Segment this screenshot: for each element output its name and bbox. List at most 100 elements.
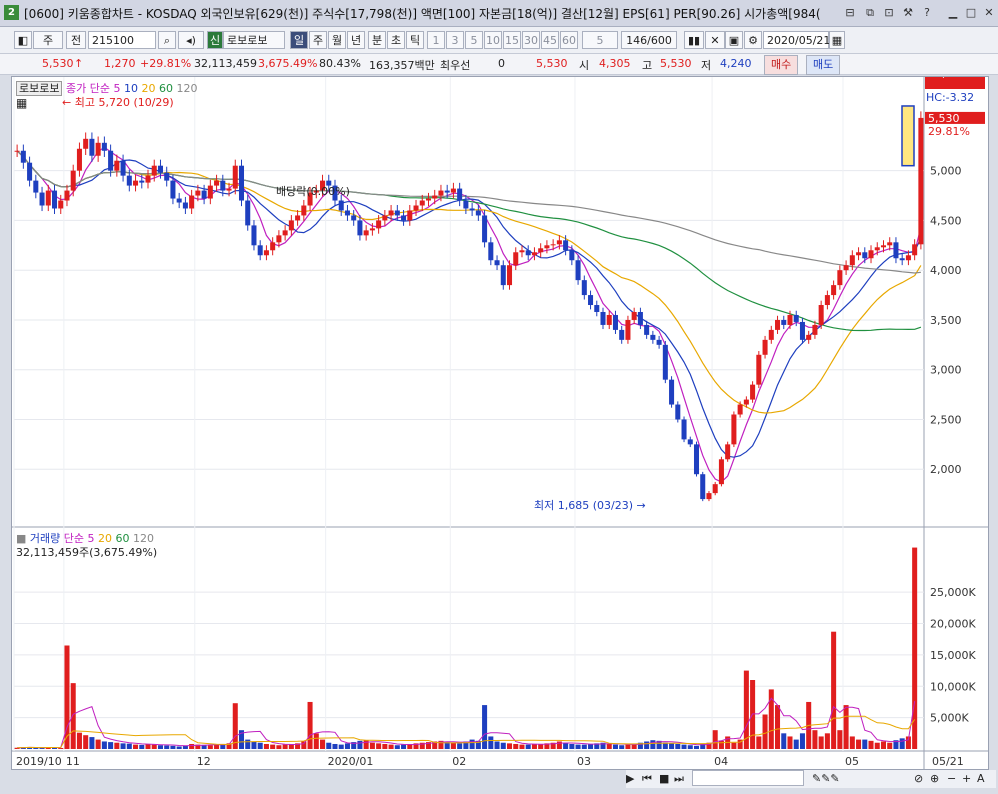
close-button[interactable]: ✕ xyxy=(982,6,996,19)
volume-ma-20-line xyxy=(17,715,916,749)
crosshair-icon[interactable]: ✕ xyxy=(705,31,725,49)
restore-group-icon[interactable]: ⧉ xyxy=(863,6,877,19)
volume-pct: 3,675.49% xyxy=(258,57,318,70)
candle-body xyxy=(856,252,862,256)
volume-bar xyxy=(76,732,82,749)
best-quote-value: 0 xyxy=(498,57,505,70)
candle-body xyxy=(581,280,587,296)
candle-body xyxy=(544,245,550,249)
buy-button[interactable]: 매수 xyxy=(764,55,799,75)
layout-icon[interactable]: ◧ xyxy=(14,31,32,49)
volume-bar xyxy=(731,742,737,749)
scroll-start-icon[interactable]: ⏮ xyxy=(642,772,652,786)
market-type-select[interactable]: 주 xyxy=(33,31,63,49)
volume-tick-label: 25,000K xyxy=(930,586,976,599)
volume-bar xyxy=(189,743,195,749)
scroll-end-icon[interactable]: ⏭ xyxy=(674,772,684,786)
period-day[interactable]: 일 xyxy=(290,31,308,49)
date-input[interactable]: 2020/05/21 xyxy=(763,31,830,49)
volume-tick-label: 10,000K xyxy=(930,680,976,693)
x-tick-label: 04 xyxy=(714,755,728,768)
sell-button[interactable]: 매도 xyxy=(806,55,841,75)
stock-tag[interactable]: 로보로보 xyxy=(16,81,63,96)
chart-area[interactable]: 5,000 4,500 4,000 3,500 3,000 2,500 2,000 25,00… xyxy=(11,67,989,770)
volume-bar xyxy=(712,730,718,749)
candle-body xyxy=(563,240,569,251)
plus-icon[interactable]: + xyxy=(962,772,971,785)
volume-bar xyxy=(669,743,675,749)
pin-icon[interactable]: ⊡ xyxy=(882,6,896,19)
interval-45[interactable]: 45 xyxy=(541,31,559,49)
candle-body xyxy=(637,311,643,325)
volume-bar xyxy=(376,743,382,749)
candle-body xyxy=(531,252,537,256)
interval-10[interactable]: 10 xyxy=(484,31,502,49)
save-icon[interactable]: ▣ xyxy=(725,31,743,49)
interval-3[interactable]: 3 xyxy=(446,31,464,49)
candle-body xyxy=(114,160,120,171)
volume-bar xyxy=(326,742,332,749)
prev-button[interactable]: 전 xyxy=(66,31,86,49)
candle-body xyxy=(126,175,132,186)
candle-body xyxy=(376,220,382,229)
period-month[interactable]: 월 xyxy=(328,31,346,49)
help-icon[interactable]: ? xyxy=(920,6,934,19)
period-tick[interactable]: 틱 xyxy=(406,31,424,49)
volume-bar xyxy=(363,740,369,749)
volume-bar xyxy=(139,744,145,749)
candle-body xyxy=(257,245,263,256)
candle-body xyxy=(157,165,163,173)
zoom-in-icon[interactable]: ⊕ xyxy=(930,772,939,785)
data-count: 146/600 xyxy=(621,31,677,49)
gear-icon[interactable]: ⚙ xyxy=(744,31,762,49)
drawing-tools-icon[interactable]: ✎✎✎ xyxy=(812,772,840,785)
scroll-right-icon[interactable]: ▶ xyxy=(626,772,634,785)
title-bar: 2 [0600] 키움종합차트 - KOSDAQ 외국인보유[629(천)] 주… xyxy=(0,0,998,27)
candle-body xyxy=(594,305,600,312)
stop-icon[interactable]: ■ xyxy=(659,772,669,785)
minimize-button[interactable]: ▁ xyxy=(946,6,960,19)
volume-bar xyxy=(693,745,700,749)
font-size-icon[interactable]: A xyxy=(977,772,985,785)
volume-bar xyxy=(101,741,107,749)
zoom-out-icon[interactable]: − xyxy=(947,772,956,785)
interval-30[interactable]: 30 xyxy=(522,31,540,49)
volume-value: 32,113,459주(3,675.49%) xyxy=(16,546,158,559)
volume-bar xyxy=(307,701,313,749)
x-tick-label: 12 xyxy=(197,755,211,768)
link-icon[interactable]: ⊟ xyxy=(843,6,857,19)
interval-select[interactable]: 5 xyxy=(582,31,618,49)
zoom-reset-icon[interactable]: ⊘ xyxy=(914,772,923,785)
low-price: 4,240 xyxy=(720,57,752,70)
calendar-icon[interactable]: ▦ xyxy=(829,31,845,49)
candle-body xyxy=(176,198,182,203)
candle-body xyxy=(182,202,188,209)
maximize-button[interactable]: □ xyxy=(964,6,978,19)
volume-bar xyxy=(793,739,799,749)
period-second[interactable]: 초 xyxy=(387,31,405,49)
tools-icon[interactable]: ⚒ xyxy=(901,6,915,19)
zoom-slider[interactable] xyxy=(692,770,804,786)
interval-60[interactable]: 60 xyxy=(560,31,578,49)
search-icon[interactable]: ⌕ xyxy=(158,31,176,49)
chart-svg[interactable]: 5,000 4,500 4,000 3,500 3,000 2,500 2,000 25,00… xyxy=(12,67,988,769)
candle-body xyxy=(600,311,606,325)
grid-toggle-icon[interactable]: ▦ xyxy=(16,96,27,110)
period-week[interactable]: 주 xyxy=(309,31,327,49)
stock-code-input[interactable]: 215100 xyxy=(88,31,156,49)
candle-icon[interactable]: ▮▮ xyxy=(684,31,704,49)
period-minute[interactable]: 분 xyxy=(368,31,386,49)
candle-body xyxy=(425,198,432,201)
candle-body xyxy=(469,208,475,211)
candle-body xyxy=(282,230,288,236)
volume-bar xyxy=(781,733,787,749)
interval-15[interactable]: 15 xyxy=(503,31,521,49)
interval-1[interactable]: 1 xyxy=(427,31,445,49)
candle-body xyxy=(251,225,257,246)
volume-bar xyxy=(818,736,824,749)
best-quote-label: 최우선 xyxy=(440,59,471,72)
candle-body xyxy=(619,329,625,340)
sound-icon[interactable]: ◂) xyxy=(178,31,204,49)
period-year[interactable]: 년 xyxy=(347,31,365,49)
interval-5[interactable]: 5 xyxy=(465,31,483,49)
